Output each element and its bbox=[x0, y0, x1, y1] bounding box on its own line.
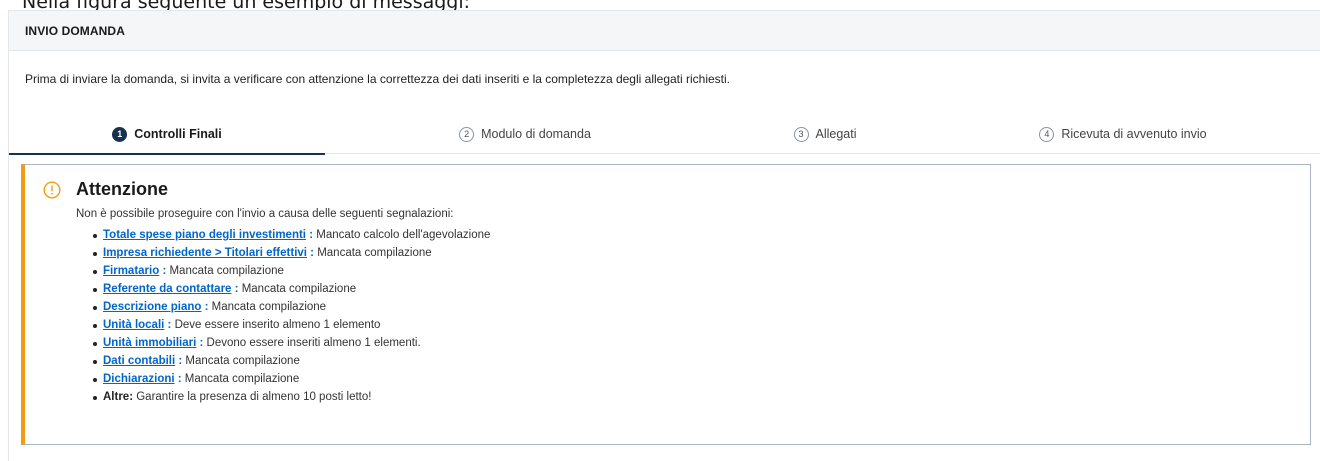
list-item: Descrizione piano : Mancata compilazione bbox=[93, 298, 490, 316]
issue-link-dichiarazioni[interactable]: Dichiarazioni bbox=[103, 373, 175, 385]
alert-description: Non è possibile proseguire con l'invio a… bbox=[76, 208, 454, 220]
list-item: Dati contabili : Mancata compilazione bbox=[93, 352, 490, 370]
step-label: Allegati bbox=[815, 127, 857, 141]
step-number-3: 3 bbox=[793, 126, 809, 142]
list-item: Unità immobiliari : Devono essere inseri… bbox=[93, 334, 490, 352]
separator: : bbox=[231, 283, 239, 295]
stepper: 1 Controlli Finali 2 Modulo di domanda 3… bbox=[9, 114, 1320, 155]
issue-message: Deve essere inserito almeno 1 elemento bbox=[171, 319, 381, 331]
step-label: Modulo di domanda bbox=[481, 127, 591, 141]
issue-message: Mancata compilazione bbox=[166, 265, 284, 277]
section-title: INVIO DOMANDA bbox=[9, 11, 1320, 51]
issue-link-dati-contabili[interactable]: Dati contabili bbox=[103, 355, 175, 367]
step-number-2: 2 bbox=[459, 126, 475, 142]
step-number-4: 4 bbox=[1039, 126, 1055, 142]
warning-alert: Attenzione Non è possibile proseguire co… bbox=[21, 164, 1311, 445]
issue-link-totale-spese[interactable]: Totale spese piano degli investimenti bbox=[103, 229, 306, 241]
issue-message: Mancata compilazione bbox=[181, 373, 300, 385]
issue-message: Mancata compilazione bbox=[208, 301, 327, 313]
issue-list: Totale spese piano degli investimenti : … bbox=[93, 226, 490, 406]
step-modulo-di-domanda[interactable]: 2 Modulo di domanda bbox=[325, 114, 725, 154]
separator: : bbox=[306, 247, 315, 259]
issue-link-referente[interactable]: Referente da contattare bbox=[103, 283, 231, 295]
list-item: Dichiarazioni : Mancata compilazione bbox=[93, 370, 490, 388]
issue-message: Mancata compilazione bbox=[314, 247, 432, 259]
warning-circle-icon bbox=[43, 181, 61, 199]
issue-message: Mancata compilazione bbox=[182, 355, 300, 367]
step-label: Controlli Finali bbox=[134, 127, 222, 141]
alert-title: Attenzione bbox=[76, 179, 168, 199]
issue-message: Mancata compilazione bbox=[238, 283, 357, 295]
step-allegati[interactable]: 3 Allegati bbox=[725, 114, 925, 154]
issue-link-titolari-effettivi[interactable]: Impresa richiedente > Titolari effettivi bbox=[103, 247, 307, 259]
issue-message: Devono essere inseriti almeno 1 elementi… bbox=[203, 337, 421, 349]
issue-link-unita-immobiliari[interactable]: Unità immobiliari bbox=[103, 337, 196, 349]
submission-panel: INVIO DOMANDA Prima di inviare la domand… bbox=[8, 10, 1320, 461]
step-number-1: 1 bbox=[112, 126, 128, 142]
issue-label-altre: Altre: bbox=[103, 391, 134, 403]
separator: : bbox=[174, 373, 182, 385]
list-item: Impresa richiedente > Titolari effettivi… bbox=[93, 244, 490, 262]
issue-message: Mancato calcolo dell'agevolazione bbox=[313, 229, 491, 241]
issue-message: Garantire la presenza di almeno 10 posti… bbox=[133, 391, 372, 403]
step-controlli-finali[interactable]: 1 Controlli Finali bbox=[9, 114, 325, 155]
step-label: Ricevuta di avvenuto invio bbox=[1061, 127, 1207, 141]
intro-text: Prima di inviare la domanda, si invita a… bbox=[25, 72, 731, 86]
issue-link-unita-locali[interactable]: Unità locali bbox=[103, 319, 164, 331]
list-item: Totale spese piano degli investimenti : … bbox=[93, 226, 490, 244]
list-item: Altre: Garantire la presenza di almeno 1… bbox=[93, 388, 490, 406]
separator: : bbox=[306, 229, 314, 241]
list-item: Referente da contattare : Mancata compil… bbox=[93, 280, 490, 298]
list-item: Firmatario : Mancata compilazione bbox=[93, 262, 490, 280]
issue-link-descrizione-piano[interactable]: Descrizione piano bbox=[103, 301, 201, 313]
step-ricevuta[interactable]: 4 Ricevuta di avvenuto invio bbox=[925, 114, 1320, 154]
list-item: Unità locali : Deve essere inserito alme… bbox=[93, 316, 490, 334]
issue-link-firmatario[interactable]: Firmatario bbox=[103, 265, 159, 277]
